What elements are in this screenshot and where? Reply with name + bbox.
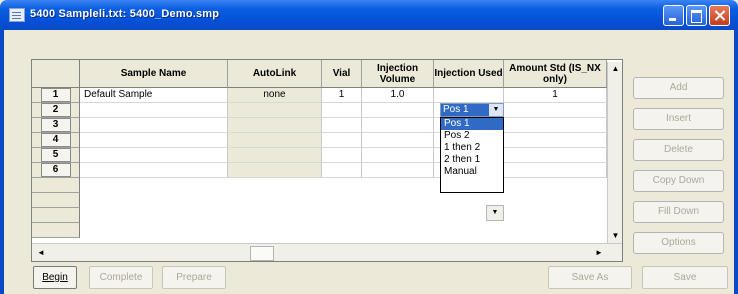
cell-injection-volume[interactable] xyxy=(362,103,434,118)
cell-autolink[interactable] xyxy=(228,133,322,148)
cell-vial[interactable]: 1 xyxy=(322,88,362,103)
cell-amount-std[interactable] xyxy=(504,133,607,148)
maximize-button[interactable] xyxy=(686,5,707,26)
injection-used-select[interactable]: Pos 1 ▼ xyxy=(440,103,504,117)
grid-horizontal-scrollbar[interactable]: ◄ ► xyxy=(32,243,622,261)
insert-button[interactable]: Insert xyxy=(633,108,724,130)
cell-amount-std[interactable]: 1 xyxy=(504,88,607,103)
grid-vertical-scrollbar[interactable]: ▲ ▼ xyxy=(607,62,622,243)
row-number: 1 xyxy=(40,88,71,102)
cell-sample-name[interactable] xyxy=(80,163,228,178)
cell-sample-name[interactable] xyxy=(80,103,228,118)
injection-used-options[interactable]: Pos 1 Pos 2 1 then 2 2 then 1 Manual xyxy=(440,117,504,193)
col-header-injection-used[interactable]: Injection Used xyxy=(434,60,504,88)
cell-autolink[interactable]: none xyxy=(228,88,322,103)
row-number: 5 xyxy=(40,148,71,162)
save-button[interactable]: Save xyxy=(642,266,728,289)
cell-autolink[interactable] xyxy=(228,163,322,178)
cell-vial[interactable] xyxy=(322,163,362,178)
window-frame-right xyxy=(734,30,738,294)
close-button[interactable] xyxy=(709,5,730,26)
cell-sample-name[interactable] xyxy=(80,118,228,133)
arrow-right-icon[interactable]: ► xyxy=(592,246,606,260)
chevron-down-icon[interactable]: ▼ xyxy=(489,104,503,116)
col-header-autolink[interactable]: AutoLink xyxy=(228,60,322,88)
cell-autolink[interactable] xyxy=(228,118,322,133)
options-button[interactable]: Options xyxy=(633,232,724,254)
cell-vial[interactable] xyxy=(322,133,362,148)
cell-autolink[interactable] xyxy=(228,103,322,118)
cell-injection-used[interactable] xyxy=(434,88,504,103)
scroll-thumb[interactable] xyxy=(250,246,274,261)
arrow-left-icon[interactable]: ◄ xyxy=(34,246,48,260)
cell-vial[interactable] xyxy=(322,103,362,118)
option-2-then-1[interactable]: 2 then 1 xyxy=(441,154,503,166)
row-header[interactable]: 1 xyxy=(32,88,80,103)
window-frame-left xyxy=(0,30,4,294)
cell-amount-std[interactable] xyxy=(504,163,607,178)
empty-row-header xyxy=(32,223,80,238)
delete-button[interactable]: Delete xyxy=(633,139,724,161)
option-pos-2[interactable]: Pos 2 xyxy=(441,130,503,142)
row-header[interactable]: 2 xyxy=(32,103,80,118)
cell-injection-volume[interactable] xyxy=(362,163,434,178)
col-header-amount-std[interactable]: Amount Std (IS_NX only) xyxy=(504,60,607,88)
minimize-button[interactable] xyxy=(663,5,684,26)
spreadsheet-icon xyxy=(9,8,25,22)
arrow-up-icon[interactable]: ▲ xyxy=(608,62,622,76)
option-pos-1[interactable]: Pos 1 xyxy=(441,118,503,130)
row-number: 2 xyxy=(40,103,71,117)
cell-injection-volume[interactable]: 1.0 xyxy=(362,88,434,103)
cell-sample-name[interactable] xyxy=(80,133,228,148)
empty-row-header xyxy=(32,208,80,223)
cell-sample-name[interactable] xyxy=(80,148,228,163)
cell-amount-std[interactable] xyxy=(504,118,607,133)
complete-button[interactable]: Complete xyxy=(89,266,153,289)
prepare-button[interactable]: Prepare xyxy=(162,266,226,289)
cell-vial[interactable] xyxy=(322,118,362,133)
empty-row-header xyxy=(32,178,80,193)
option-manual[interactable]: Manual xyxy=(441,166,503,178)
arrow-down-icon[interactable]: ▼ xyxy=(608,229,622,243)
copy-down-button[interactable]: Copy Down xyxy=(633,170,724,192)
row-number: 6 xyxy=(40,163,71,177)
col-header-sample-name[interactable]: Sample Name xyxy=(80,60,228,88)
chevron-down-icon[interactable]: ▼ xyxy=(486,205,504,221)
row-number: 4 xyxy=(40,133,71,147)
option-1-then-2[interactable]: 1 then 2 xyxy=(441,142,503,154)
save-as-button[interactable]: Save As xyxy=(548,266,632,289)
col-header-injection-volume[interactable]: Injection Volume xyxy=(362,60,434,88)
cell-amount-std[interactable] xyxy=(504,103,607,118)
add-button[interactable]: Add xyxy=(633,77,724,99)
row-header[interactable]: 3 xyxy=(32,118,80,133)
cell-sample-name[interactable]: Default Sample xyxy=(80,88,228,103)
cell-injection-volume[interactable] xyxy=(362,148,434,163)
begin-label: Begin xyxy=(42,272,68,283)
row-number: 3 xyxy=(40,118,71,132)
row-header[interactable]: 4 xyxy=(32,133,80,148)
sample-grid[interactable]: Sample Name AutoLink Vial Injection Volu… xyxy=(31,59,623,262)
row-header[interactable]: 5 xyxy=(32,148,80,163)
cell-injection-volume[interactable] xyxy=(362,118,434,133)
cell-amount-std[interactable] xyxy=(504,148,607,163)
cell-vial[interactable] xyxy=(322,148,362,163)
begin-button[interactable]: Begin xyxy=(33,266,77,289)
window-title: 5400 Sampleli.txt: 5400_Demo.smp xyxy=(30,8,220,20)
fill-down-button[interactable]: Fill Down xyxy=(633,201,724,223)
title-bar: 5400 Sampleli.txt: 5400_Demo.smp xyxy=(0,0,738,30)
row-header[interactable]: 6 xyxy=(32,163,80,178)
cell-autolink[interactable] xyxy=(228,148,322,163)
empty-row-header xyxy=(32,193,80,208)
grid-corner xyxy=(32,60,80,88)
injection-used-value: Pos 1 xyxy=(443,104,469,115)
col-header-vial[interactable]: Vial xyxy=(322,60,362,88)
cell-injection-volume[interactable] xyxy=(362,133,434,148)
